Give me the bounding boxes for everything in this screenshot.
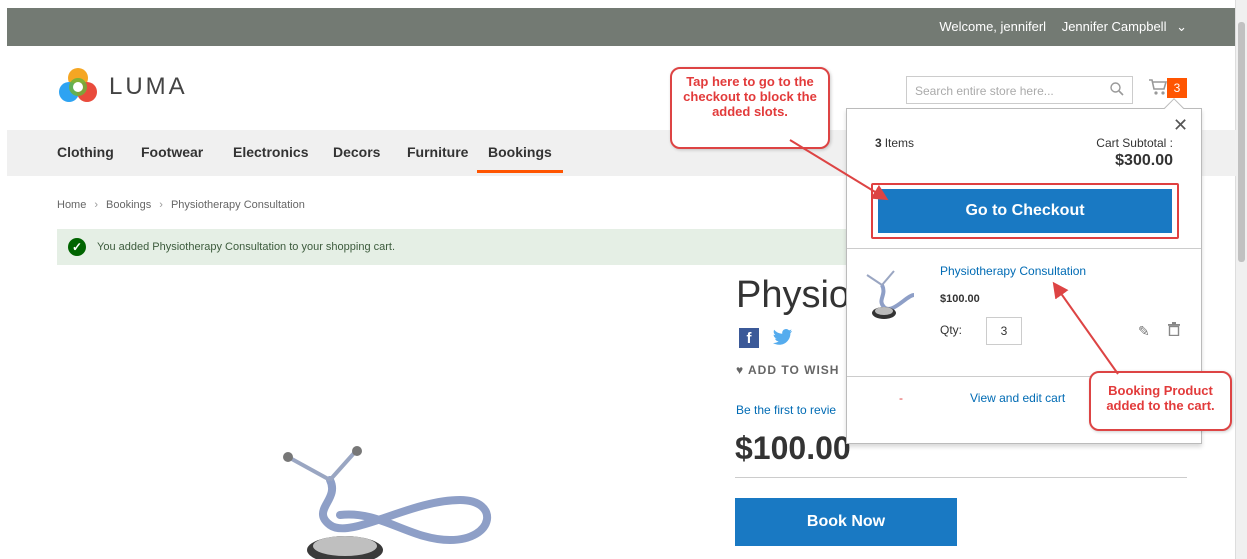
nav-item-furniture[interactable]: Furniture bbox=[407, 144, 468, 160]
minicart-items-count: 3 Items bbox=[875, 136, 914, 150]
top-bar: Welcome, jenniferl Jennifer Campbell ⌄ bbox=[7, 8, 1237, 46]
logo[interactable]: LUMA bbox=[57, 66, 188, 108]
nav-item-footwear[interactable]: Footwear bbox=[141, 144, 203, 160]
luma-logo-icon bbox=[59, 68, 97, 102]
success-message-text: You added Physiotherapy Consultation to … bbox=[97, 241, 396, 253]
go-to-checkout-button[interactable]: Go to Checkout bbox=[878, 189, 1172, 233]
scrollbar[interactable] bbox=[1235, 0, 1247, 559]
chevron-down-icon: ⌄ bbox=[1176, 19, 1187, 34]
chevron-right-icon: › bbox=[94, 199, 99, 211]
add-to-wishlist-label: ADD TO WISH bbox=[748, 363, 840, 377]
minicart-dash: - bbox=[899, 391, 903, 405]
pencil-icon[interactable]: ✎ bbox=[1138, 323, 1150, 340]
nav-item-bookings[interactable]: Bookings bbox=[477, 144, 563, 173]
cart-icon[interactable] bbox=[1148, 78, 1168, 101]
divider bbox=[847, 248, 1201, 249]
breadcrumb-home[interactable]: Home bbox=[57, 199, 86, 211]
trash-icon[interactable] bbox=[1168, 322, 1180, 339]
cart-count-badge[interactable]: 3 bbox=[1167, 78, 1187, 98]
callout-booking-product: Booking Product added to the cart. bbox=[1089, 371, 1232, 431]
scrollbar-thumb[interactable] bbox=[1238, 22, 1245, 262]
breadcrumb: Home › Bookings › Physiotherapy Consultation bbox=[57, 199, 305, 211]
minicart-item-name[interactable]: Physiotherapy Consultation bbox=[940, 264, 1086, 278]
view-and-edit-cart-link[interactable]: View and edit cart bbox=[970, 391, 1065, 405]
nav-item-clothing[interactable]: Clothing bbox=[57, 144, 114, 160]
chevron-right-icon: › bbox=[159, 199, 163, 211]
qty-label: Qty: bbox=[940, 323, 963, 337]
book-now-button[interactable]: Book Now bbox=[735, 498, 957, 546]
cart-subtotal-label: Cart Subtotal : bbox=[1096, 136, 1173, 150]
welcome-text: Welcome, jenniferl bbox=[939, 19, 1047, 34]
cart-subtotal-value: $300.00 bbox=[1115, 152, 1173, 169]
checkout-highlight: Go to Checkout bbox=[871, 183, 1179, 239]
nav-item-electronics[interactable]: Electronics bbox=[233, 144, 308, 160]
page: Welcome, jenniferl Jennifer Campbell ⌄ L… bbox=[0, 0, 1247, 559]
minicart-item-thumbnail[interactable] bbox=[862, 265, 922, 328]
logo-text: LUMA bbox=[109, 73, 188, 100]
nav-item-decors[interactable]: Decors bbox=[333, 144, 380, 160]
search-input[interactable]: Search entire store here... bbox=[906, 76, 1133, 104]
checkmark-icon: ✓ bbox=[68, 238, 86, 256]
breadcrumb-bookings[interactable]: Bookings bbox=[106, 199, 151, 211]
welcome-area: Welcome, jenniferl Jennifer Campbell ⌄ bbox=[933, 19, 1187, 35]
account-menu[interactable]: Jennifer Campbell ⌄ bbox=[1056, 19, 1187, 34]
facebook-icon[interactable]: f bbox=[739, 328, 759, 348]
product-image bbox=[270, 440, 510, 559]
callout-checkout: Tap here to go to the checkout to block … bbox=[670, 67, 830, 149]
search-placeholder: Search entire store here... bbox=[915, 84, 1054, 98]
twitter-icon[interactable] bbox=[773, 328, 793, 350]
product-price: $100.00 bbox=[735, 430, 851, 466]
heart-icon: ♥ bbox=[736, 363, 745, 377]
divider bbox=[735, 477, 1187, 478]
items-count-label: Items bbox=[884, 136, 915, 150]
review-link[interactable]: Be the first to revie bbox=[736, 403, 836, 417]
search-icon[interactable] bbox=[1110, 82, 1124, 99]
product-title: Physiot bbox=[736, 274, 861, 316]
success-message: ✓ You added Physiotherapy Consultation t… bbox=[57, 229, 887, 265]
items-count-value: 3 bbox=[875, 136, 882, 150]
account-name: Jennifer Campbell bbox=[1061, 19, 1167, 34]
close-icon[interactable]: ✕ bbox=[1173, 115, 1188, 136]
qty-input[interactable]: 3 bbox=[986, 317, 1022, 345]
breadcrumb-current: Physiotherapy Consultation bbox=[170, 199, 305, 211]
add-to-wishlist-link[interactable]: ♥ ADD TO WISH bbox=[736, 363, 839, 377]
social-links: f bbox=[739, 328, 793, 350]
minicart-item-price: $100.00 bbox=[940, 293, 980, 305]
